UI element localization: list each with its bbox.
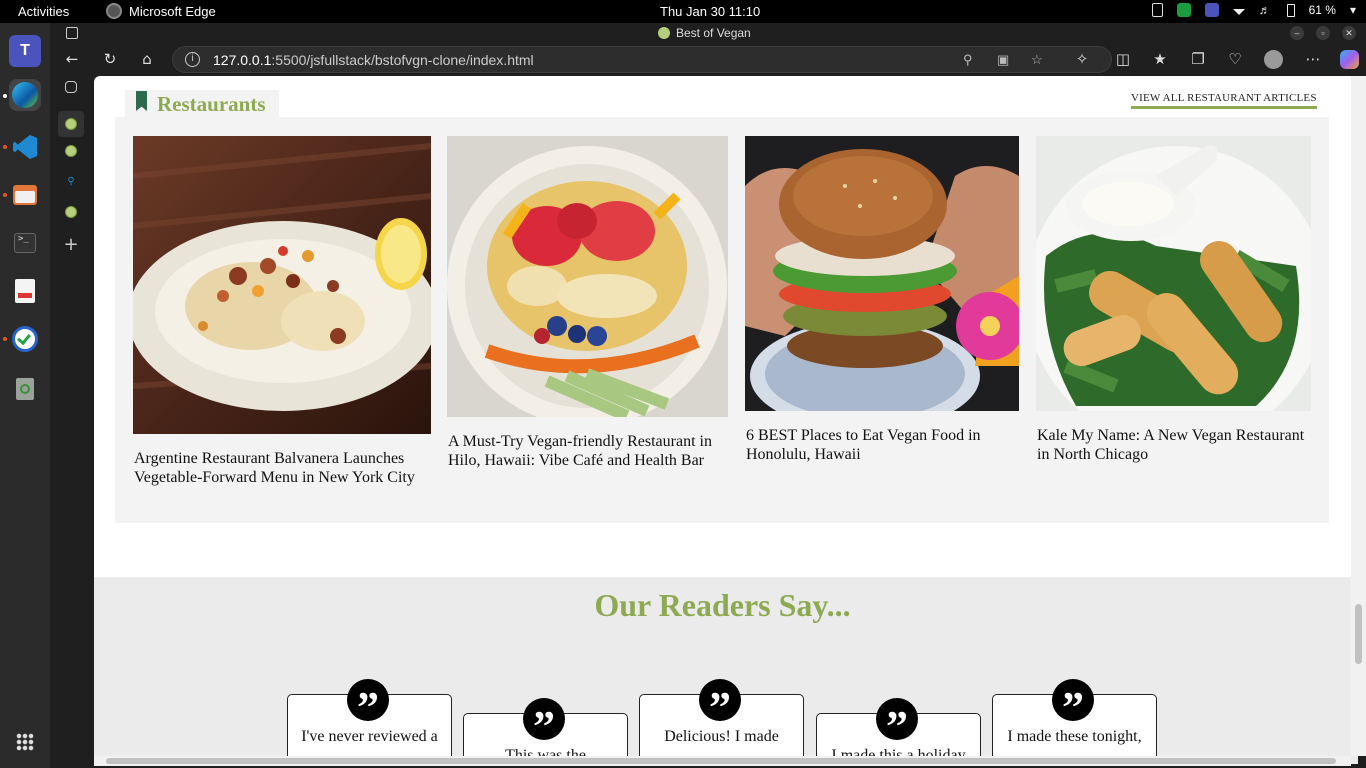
zoom-icon[interactable]: ⚲ xyxy=(963,52,973,68)
workspaces-icon[interactable] xyxy=(66,27,78,39)
clock[interactable]: Thu Jan 30 11:10 xyxy=(660,4,760,19)
tab-item[interactable] xyxy=(62,142,80,160)
address-bar[interactable]: i 127.0.0.1:5500/jsfullstack/bstofvgn-cl… xyxy=(172,46,1112,73)
back-button[interactable]: ← xyxy=(62,49,82,69)
favorites-icon[interactable]: ★ xyxy=(1150,49,1170,69)
battery-percent: 61 % xyxy=(1308,3,1336,17)
tab-item[interactable] xyxy=(62,203,80,221)
article-title[interactable]: A Must-Try Vegan-friendly Restaurant in … xyxy=(448,432,730,470)
vertical-tabs-panel: ⚲ + xyxy=(50,23,94,768)
tab-search[interactable]: ⚲ xyxy=(62,172,80,190)
window-title-text: Best of Vegan xyxy=(676,26,751,40)
wifi-icon[interactable] xyxy=(1232,9,1245,15)
article-title[interactable]: Kale My Name: A New Vegan Restaurant in … xyxy=(1037,426,1312,464)
running-indicator xyxy=(3,94,7,98)
search-tab-icon: ⚲ xyxy=(67,175,75,187)
article-title[interactable]: 6 BEST Places to Eat Vegan Food in Honol… xyxy=(746,426,1020,464)
close-button[interactable]: ✕ xyxy=(1342,26,1356,40)
teams-tray-icon[interactable] xyxy=(1204,3,1219,17)
site-favicon xyxy=(65,206,77,218)
terminal-app-icon[interactable]: >_ xyxy=(9,227,41,259)
power-menu-icon[interactable]: ▾ xyxy=(1350,3,1356,17)
running-indicator xyxy=(3,193,7,197)
horizontal-scrollbar[interactable] xyxy=(94,756,1351,766)
quote-icon: ” xyxy=(347,679,389,732)
vegan-burger-image[interactable] xyxy=(745,136,1019,411)
view-all-restaurant-articles-link[interactable]: VIEW ALL RESTAURANT ARTICLES xyxy=(1131,92,1317,109)
minimize-button[interactable]: – xyxy=(1290,26,1304,40)
tab-actions-icon[interactable] xyxy=(65,81,77,93)
files-app-icon[interactable] xyxy=(9,179,41,211)
show-apps-grid-icon[interactable] xyxy=(16,733,34,751)
application-dock: T >_ xyxy=(0,23,50,768)
site-favicon xyxy=(65,145,77,157)
trash-app-icon[interactable] xyxy=(9,373,41,405)
text-editor-app-icon[interactable] xyxy=(9,275,41,307)
quote-icon: ” xyxy=(523,698,565,751)
running-indicator xyxy=(3,145,7,149)
running-indicator xyxy=(3,337,7,341)
app-name: Microsoft Edge xyxy=(129,3,216,19)
new-tab-button[interactable]: + xyxy=(62,234,80,255)
copilot-icon[interactable] xyxy=(1340,50,1359,69)
maximize-button[interactable]: ▫ xyxy=(1316,26,1330,40)
refresh-button[interactable]: ↻ xyxy=(100,49,120,69)
scrollbar-thumb[interactable] xyxy=(106,758,1336,764)
quote-icon: ” xyxy=(876,698,918,751)
battery-icon[interactable] xyxy=(1286,3,1295,17)
security-shield-icon[interactable] xyxy=(1176,3,1191,17)
immersive-reader-icon[interactable]: ▣ xyxy=(997,52,1009,68)
scrollbar-thumb[interactable] xyxy=(1355,604,1362,664)
edge-app-icon xyxy=(106,3,122,19)
vertical-scrollbar[interactable] xyxy=(1351,76,1366,756)
tasks-app-icon[interactable] xyxy=(9,323,41,355)
teams-app-icon[interactable]: T xyxy=(9,35,41,67)
browser-title-bar: Best of Vegan – ▫ ✕ xyxy=(50,23,1366,43)
url-text[interactable]: 127.0.0.1:5500/jsfullstack/bstofvgn-clon… xyxy=(213,52,534,68)
fried-rolls-image[interactable] xyxy=(1036,136,1311,411)
clipboard-icon[interactable] xyxy=(1151,3,1163,17)
more-menu-icon[interactable]: ⋯ xyxy=(1303,49,1323,69)
tab-best-of-vegan-active[interactable] xyxy=(58,111,84,137)
browser-essentials-icon[interactable]: ♡ xyxy=(1225,49,1245,69)
restaurants-heading: Restaurants xyxy=(157,92,266,116)
extensions-icon[interactable]: ✧ xyxy=(1072,49,1092,69)
home-button[interactable]: ⌂ xyxy=(137,49,157,69)
system-tray[interactable]: ♬ 61 % ▾ xyxy=(1151,3,1356,17)
browser-toolbar: ← ↻ ⌂ i 127.0.0.1:5500/jsfullstack/bstof… xyxy=(50,43,1366,76)
quote-icon: ” xyxy=(1052,679,1094,732)
readers-section: Our Readers Say... I've never reviewed a… xyxy=(94,577,1358,764)
site-favicon xyxy=(658,27,670,39)
web-page: Restaurants VIEW ALL RESTAURANT ARTICLES xyxy=(94,76,1358,764)
site-info-icon[interactable]: i xyxy=(185,52,200,67)
collections-icon[interactable]: ❐ xyxy=(1188,49,1208,69)
edge-app-icon[interactable] xyxy=(9,79,41,111)
system-top-bar: Activities Microsoft Edge Thu Jan 30 11:… xyxy=(0,0,1366,23)
profile-avatar[interactable] xyxy=(1264,50,1283,69)
app-menu[interactable]: Microsoft Edge xyxy=(106,3,216,19)
window-title: Best of Vegan xyxy=(658,26,751,40)
fruit-bowl-image[interactable] xyxy=(447,136,728,417)
vscode-app-icon[interactable] xyxy=(9,131,41,163)
activities-button[interactable]: Activities xyxy=(18,4,69,19)
article-title[interactable]: Argentine Restaurant Balvanera Launches … xyxy=(134,449,434,487)
roasted-cauliflower-image[interactable] xyxy=(133,136,431,434)
site-favicon xyxy=(65,118,77,130)
quote-icon: ” xyxy=(699,679,741,732)
split-screen-icon[interactable]: ◫ xyxy=(1113,49,1133,69)
favorite-star-icon[interactable]: ☆ xyxy=(1031,52,1043,68)
volume-icon[interactable]: ♬ xyxy=(1259,3,1273,17)
readers-heading: Our Readers Say... xyxy=(594,587,851,623)
